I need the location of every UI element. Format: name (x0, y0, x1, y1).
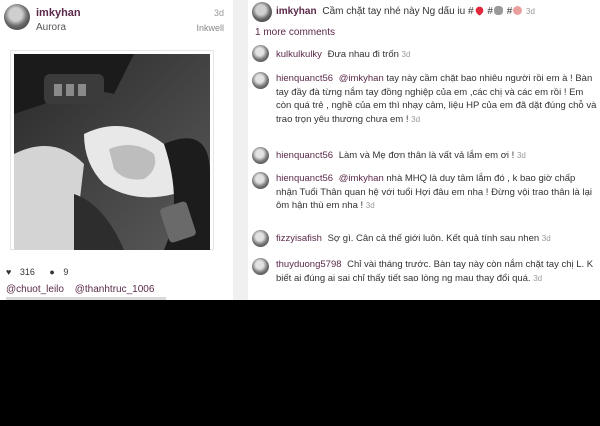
comment-mention[interactable]: @imkyhan (339, 73, 384, 84)
caption-username[interactable]: imkyhan (276, 6, 317, 17)
comment: thuyduong5798 Chỉ vài tháng trước. Bàn t… (252, 258, 598, 285)
avatar[interactable] (252, 45, 269, 62)
caption-hash[interactable]: # (487, 6, 493, 17)
panel-gap (233, 0, 248, 300)
avatar[interactable] (4, 4, 30, 30)
comment-text: Làm và Mẹ đơn thân là vất vả lắm em ơi ! (338, 150, 515, 161)
heart-icon: ♥ (6, 267, 12, 277)
likes-count: 316 (19, 267, 35, 277)
comment-time: 3d (411, 114, 421, 124)
comment: kulkulkulky Đưa nhau đi trốn 3d (252, 45, 598, 62)
avatar[interactable] (252, 258, 269, 275)
likes[interactable]: ♥ 316 (6, 267, 41, 277)
instagram-web-viewer: imkyhan 3d Aurora Inkwell ♥ 316 ● 9 @chu… (0, 0, 600, 300)
heart-emoji-icon (473, 5, 485, 16)
caption-time: 3d (526, 7, 535, 16)
post-filter: Inkwell (196, 23, 224, 33)
avatar[interactable] (252, 2, 272, 22)
tagged-users: @chuot_leilo @thanhtruc_1006 (6, 284, 162, 295)
comment-text: Đưa nhau đi trốn (327, 49, 399, 60)
comment-username[interactable]: thuyduong5798 (276, 259, 342, 270)
post-username[interactable]: imkyhan (36, 7, 81, 19)
more-comments-link[interactable]: 1 more comments (255, 27, 335, 38)
comment-username[interactable]: hienquanct56 (276, 173, 333, 184)
caption-hash[interactable]: # (507, 6, 513, 17)
avatar[interactable] (252, 147, 269, 164)
letterbox-bottom (0, 300, 600, 426)
avatar[interactable] (252, 230, 269, 247)
comment-time: 3d (365, 201, 375, 210)
post-time: 3d (213, 8, 224, 18)
tag-user[interactable]: @thanhtruc_1006 (75, 284, 155, 295)
comments-count: 9 (63, 267, 69, 277)
comment: fizzyisafish Sợ gì. Cân cả thế giới luôn… (252, 230, 598, 247)
comment-icon: ● (49, 267, 55, 277)
post-photo[interactable] (14, 54, 210, 250)
comments-panel: imkyhan Cầm chặt tay nhé này Ng dấu iu #… (248, 0, 600, 300)
caption: imkyhan Cầm chặt tay nhé này Ng dấu iu #… (276, 5, 596, 17)
comment: hienquanct56 Làm và Mẹ đơn thân là vất v… (252, 147, 598, 164)
avatar[interactable] (252, 172, 269, 189)
comment-time: 3d (541, 234, 551, 243)
post-stats: ♥ 316 ● 9 (6, 267, 80, 277)
comment-time: 3d (516, 151, 526, 160)
comment-username[interactable]: fizzyisafish (276, 233, 322, 244)
comment: hienquanct56 @imkyhan tay này cầm chặt b… (252, 72, 598, 126)
comment-username[interactable]: hienquanct56 (276, 73, 333, 84)
holding-hands-photo-icon (14, 54, 210, 250)
screenshot-stage: imkyhan 3d Aurora Inkwell ♥ 316 ● 9 @chu… (0, 0, 600, 426)
comment-text: Sợ gì. Cân cả thế giới luôn. Kết quả tín… (327, 233, 540, 244)
comment: hienquanct56 @imkyhan nhà MHQ là duy tâm… (252, 172, 598, 213)
post-photo-frame (10, 50, 214, 250)
post-location[interactable]: Aurora (36, 22, 66, 33)
comment-username[interactable]: hienquanct56 (276, 150, 333, 161)
comments[interactable]: ● 9 (49, 267, 74, 277)
post-card: imkyhan 3d Aurora Inkwell ♥ 316 ● 9 @chu… (0, 0, 233, 300)
comment-mention[interactable]: @imkyhan (339, 173, 384, 184)
elephant-emoji-icon (493, 6, 503, 15)
tag-user[interactable]: @chuot_leilo (6, 284, 64, 295)
caption-text: Cầm chặt tay nhé này Ng dấu iu # (322, 6, 474, 17)
post-header: imkyhan 3d Aurora Inkwell (0, 0, 233, 40)
avatar[interactable] (252, 72, 269, 89)
comment-username[interactable]: kulkulkulky (276, 49, 322, 60)
comment-time: 3d (401, 50, 411, 59)
face-emoji-icon (513, 6, 523, 15)
comment-time: 3d (533, 273, 543, 283)
